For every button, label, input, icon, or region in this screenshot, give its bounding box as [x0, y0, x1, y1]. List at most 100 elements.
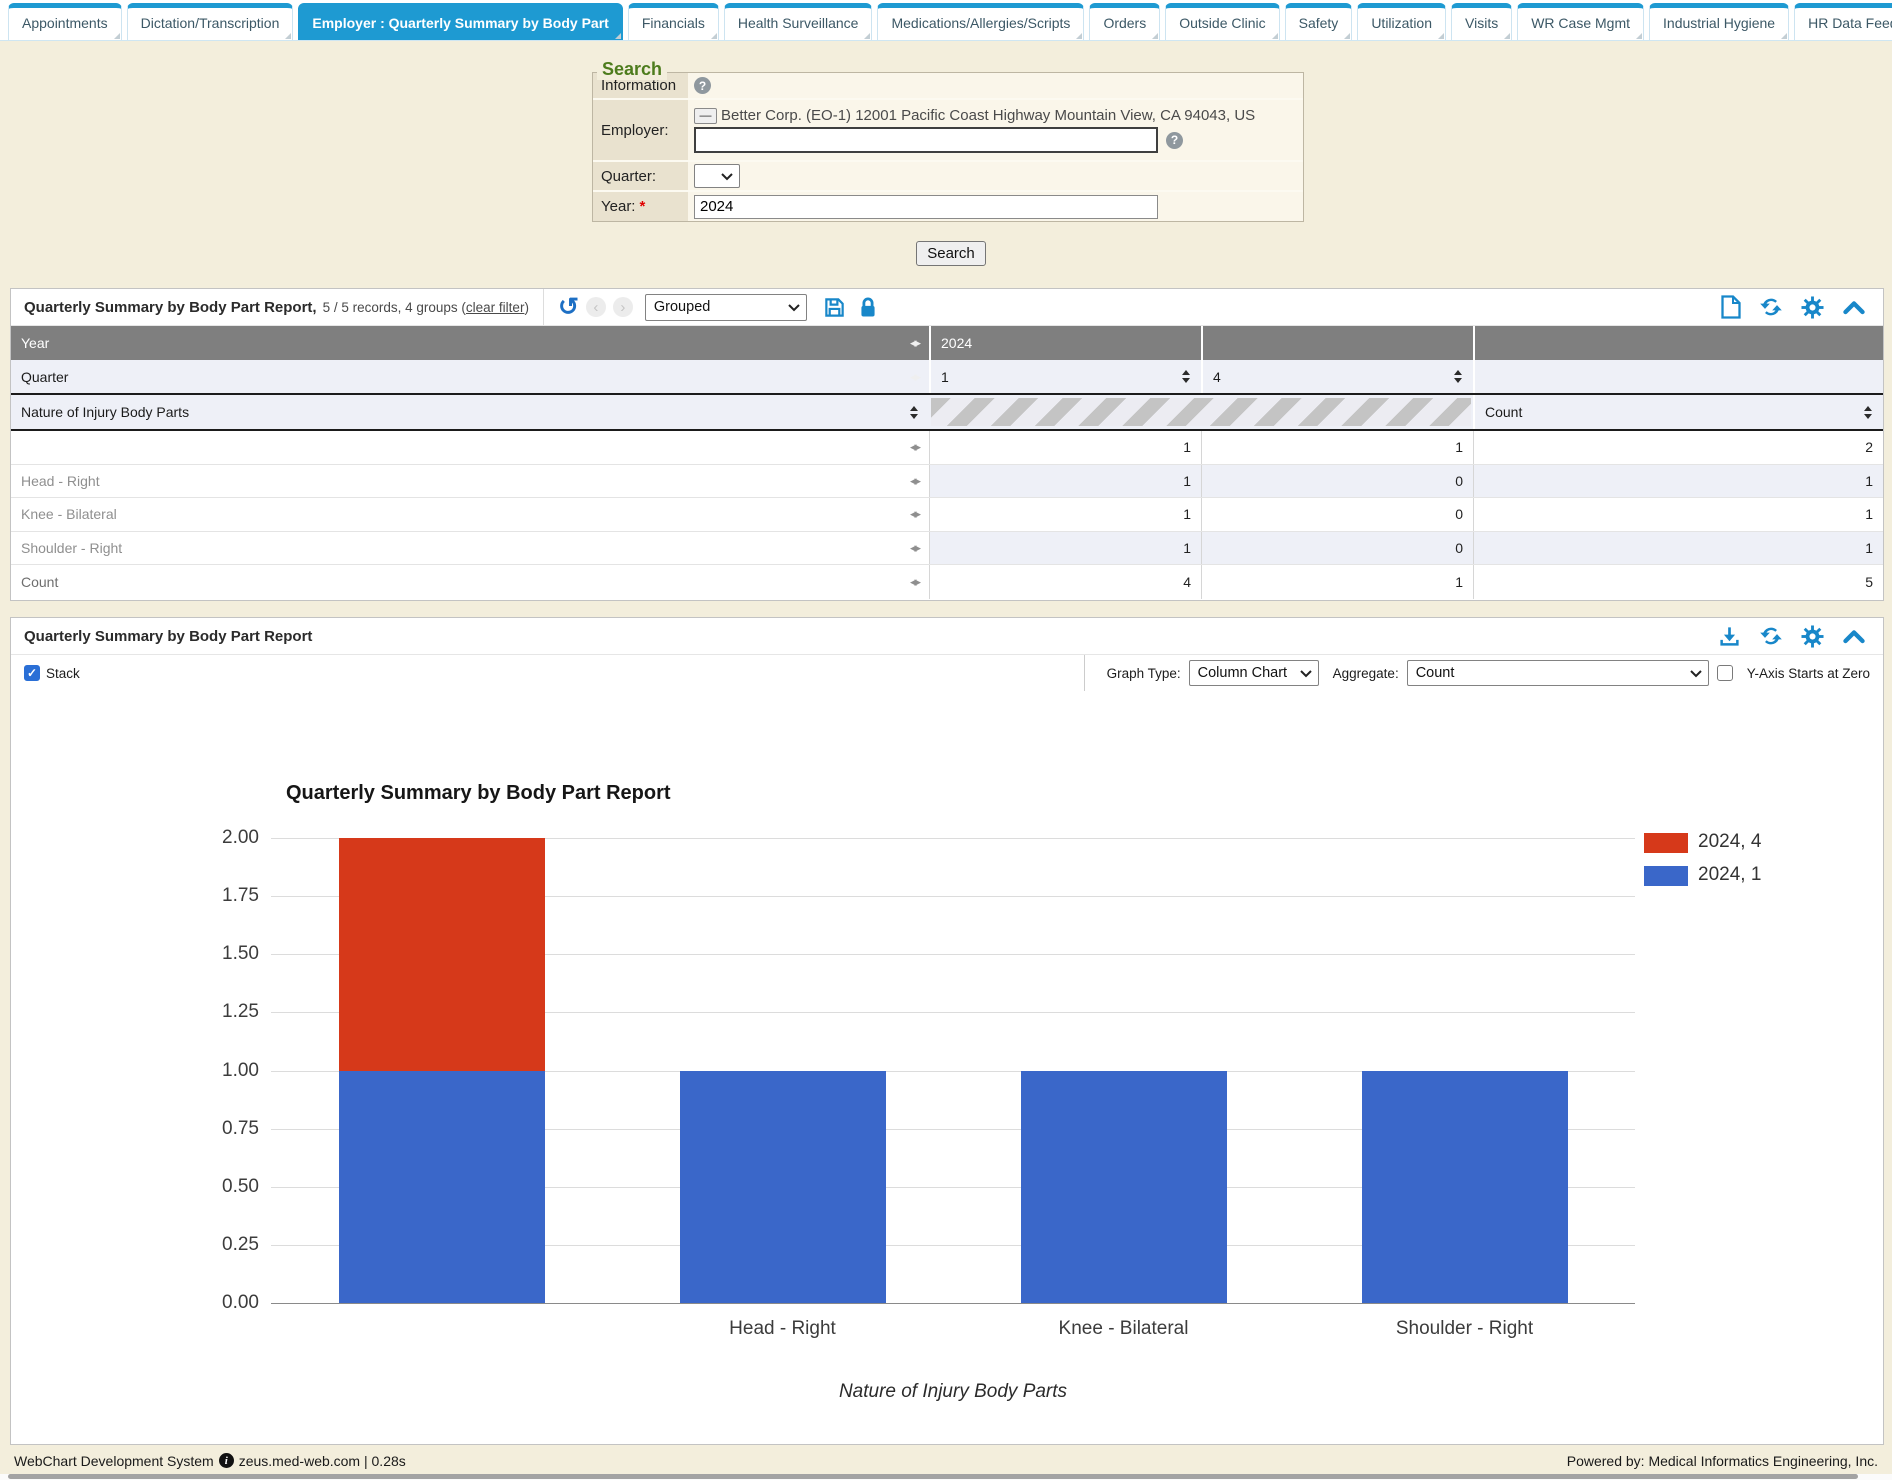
app-name: WebChart Development System: [14, 1453, 214, 1469]
column-grip-icon[interactable]: ◂▸: [910, 369, 919, 385]
collapse-panel-icon[interactable]: [1842, 628, 1866, 644]
column-grip-icon[interactable]: ◂▸: [910, 506, 919, 522]
required-asterisk: *: [639, 198, 645, 215]
year-input[interactable]: [694, 195, 1158, 219]
count-value: 1: [1473, 498, 1883, 531]
quarter-empty-cell: [1473, 360, 1883, 393]
page-prev-icon[interactable]: ‹: [586, 297, 606, 317]
quarter-header-cell: Quarter ◂▸: [11, 360, 929, 393]
column-grip-icon[interactable]: ◂▸: [910, 439, 919, 455]
lock-icon[interactable]: [858, 296, 878, 319]
tab-medications-allergies-scripts[interactable]: Medications/Allergies/Scripts: [877, 3, 1084, 41]
x-axis-title: Nature of Injury Body Parts: [271, 1381, 1635, 1403]
q4-value: 0: [1201, 532, 1473, 565]
employer-input[interactable]: [694, 127, 1158, 153]
download-icon[interactable]: [1718, 625, 1741, 648]
chart-controls: Stack Graph Type: Column Chart Aggregate…: [11, 655, 1883, 692]
information-help-icon[interactable]: ?: [694, 77, 711, 94]
chart-title: Quarterly Summary by Body Part Report: [286, 782, 671, 805]
group-mode-select[interactable]: Grouped: [645, 294, 807, 321]
search-button[interactable]: Search: [916, 241, 986, 266]
footer-left: WebChart Development System i zeus.med-w…: [14, 1453, 406, 1469]
q4-value: 0: [1201, 465, 1473, 498]
collapse-panel-icon[interactable]: [1842, 299, 1866, 315]
column-grip-icon[interactable]: ◂▸: [910, 540, 919, 556]
aggregate-value: Count: [1416, 665, 1455, 681]
x-axis-category-label: Head - Right: [633, 1318, 933, 1340]
tab-safety[interactable]: Safety: [1285, 3, 1353, 41]
quarter-select[interactable]: [694, 164, 740, 188]
y-axis-tick-label: 0.00: [159, 1292, 259, 1314]
stack-checkbox[interactable]: [24, 665, 40, 681]
sort-icon[interactable]: [910, 406, 919, 419]
count-footer-label: Count: [21, 574, 58, 590]
tab-orders[interactable]: Orders: [1089, 3, 1160, 41]
yaxis-zero-checkbox[interactable]: [1717, 665, 1733, 681]
report-table-header: Quarterly Summary by Body Part Report, 5…: [11, 289, 1883, 326]
column-grip-icon[interactable]: ◂▸: [910, 473, 919, 489]
count-footer-q4: 1: [1201, 565, 1473, 599]
report-table-rows: ◂▸112Head - Right◂▸101Knee - Bilateral◂▸…: [11, 431, 1883, 565]
year-value-cell: 2024: [929, 326, 1201, 360]
new-document-icon[interactable]: [1721, 295, 1741, 319]
status-bar: WebChart Development System i zeus.med-w…: [0, 1447, 1892, 1474]
tab-financials[interactable]: Financials: [628, 3, 719, 41]
undo-icon[interactable]: ↺: [558, 296, 579, 318]
column-grip-icon[interactable]: ◂▸: [910, 335, 919, 351]
employer-help-icon[interactable]: ?: [1166, 132, 1183, 149]
yaxis-zero-label: Y-Axis Starts at Zero: [1747, 666, 1870, 681]
y-axis-tick-label: 0.25: [159, 1234, 259, 1256]
refresh-icon[interactable]: [1759, 295, 1783, 319]
horizontal-scrollbar-thumb[interactable]: [8, 1474, 1858, 1479]
y-axis-tick-label: 0.50: [159, 1176, 259, 1198]
table-row: Head - Right◂▸101: [11, 465, 1883, 499]
y-axis-tick-label: 1.75: [159, 885, 259, 907]
y-axis-tick-label: 1.00: [159, 1060, 259, 1082]
records-count: 5 / 5 records, 4 groups (clear filter): [323, 300, 529, 315]
page: AppointmentsDictation/TranscriptionEmplo…: [0, 0, 1892, 1480]
employer-row: Employer: — Better Corp. (EO-1) 12001 Pa…: [593, 100, 1303, 162]
tab-hr-data-feed[interactable]: HR Data Feed: [1794, 3, 1892, 41]
records-text: 5 / 5 records, 4 groups: [323, 300, 458, 315]
clear-filter-link[interactable]: clear filter: [466, 300, 525, 315]
tab-visits[interactable]: Visits: [1451, 3, 1512, 41]
sort-icon[interactable]: [1182, 370, 1191, 383]
tab-utilization[interactable]: Utilization: [1357, 3, 1446, 41]
info-icon[interactable]: i: [219, 1453, 234, 1468]
row-label-cell: Head - Right◂▸: [11, 465, 929, 498]
y-axis-tick-label: 1.50: [159, 943, 259, 965]
sort-icon[interactable]: [1864, 406, 1873, 419]
nature-header-cell: Nature of Injury Body Parts: [11, 395, 929, 429]
page-next-icon[interactable]: ›: [613, 297, 633, 317]
group-mode-value: Grouped: [654, 299, 710, 315]
chart: Quarterly Summary by Body Part Report2.0…: [11, 691, 1883, 1444]
tab-outside-clinic[interactable]: Outside Clinic: [1165, 3, 1279, 41]
tab-employer-quarterly-summary-by-body-part[interactable]: Employer : Quarterly Summary by Body Par…: [298, 3, 622, 41]
year-header-label: Year: [21, 335, 49, 351]
tab-appointments[interactable]: Appointments: [8, 3, 122, 41]
tab-wr-case-mgmt[interactable]: WR Case Mgmt: [1517, 3, 1644, 41]
graph-type-value: Column Chart: [1198, 665, 1287, 681]
gear-icon[interactable]: [1801, 625, 1824, 648]
legend-label: 2024, 4: [1698, 831, 1761, 853]
graph-type-select[interactable]: Column Chart: [1189, 660, 1319, 686]
x-axis-category-label: Knee - Bilateral: [974, 1318, 1274, 1340]
chart-panel-header: Quarterly Summary by Body Part Report: [11, 618, 1883, 655]
y-axis-tick-label: 1.25: [159, 1001, 259, 1023]
quarter-1-cell: 1: [929, 360, 1201, 393]
tab-dictation-transcription[interactable]: Dictation/Transcription: [127, 3, 294, 41]
column-grip-icon[interactable]: ◂▸: [910, 574, 919, 590]
quarter-4-cell: 4: [1201, 360, 1473, 393]
tab-industrial-hygiene[interactable]: Industrial Hygiene: [1649, 3, 1789, 41]
refresh-icon[interactable]: [1759, 624, 1783, 648]
save-icon[interactable]: [823, 296, 846, 319]
tab-health-surveillance[interactable]: Health Surveillance: [724, 3, 873, 41]
aggregate-select[interactable]: Count: [1407, 660, 1709, 686]
q1-value: 1: [929, 465, 1201, 498]
graph-type-label: Graph Type:: [1107, 666, 1181, 681]
sort-icon[interactable]: [1454, 370, 1463, 383]
information-row: Information ?: [593, 73, 1303, 100]
remove-employer-button[interactable]: —: [694, 108, 717, 124]
quarter-label: Quarter:: [593, 162, 688, 190]
gear-icon[interactable]: [1801, 296, 1824, 319]
